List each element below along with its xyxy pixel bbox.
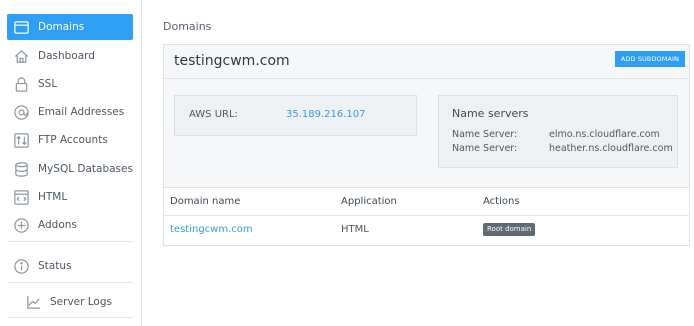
html-file-icon — [12, 188, 30, 206]
column-header-application: Application — [341, 196, 397, 207]
sidebar-item-label: SSL — [38, 78, 58, 90]
sidebar-item-ssl[interactable]: SSL — [7, 71, 133, 97]
sidebar-divider — [7, 241, 133, 242]
sidebar-item-label: Status — [38, 260, 72, 272]
chart-line-icon — [24, 293, 42, 311]
name-server-label: Name Server: — [452, 129, 518, 140]
domain-link[interactable]: testingcwm.com — [170, 224, 253, 235]
sidebar-item-label: Addons — [38, 219, 77, 231]
sidebar-item-mysql-databases[interactable]: MySQL Databases — [7, 156, 133, 182]
sidebar-item-label: MySQL Databases — [38, 163, 133, 175]
name-server-value: elmo.ns.cloudflare.com — [549, 129, 660, 140]
sidebar-item-label: Email Addresses — [38, 106, 125, 118]
column-header-actions: Actions — [483, 196, 520, 207]
sidebar-item-domains[interactable]: Domains — [7, 14, 133, 40]
domain-panel: testingcwm.com ADD SUBDOMAIN AWS URL: 35… — [163, 44, 690, 246]
sidebar-item-label: Server Logs — [50, 296, 112, 308]
ftp-transfer-icon — [12, 131, 30, 149]
domain-panel-header: testingcwm.com ADD SUBDOMAIN — [164, 45, 689, 79]
sidebar-item-addons[interactable]: Addons — [7, 212, 133, 238]
column-header-domain-name: Domain name — [170, 196, 241, 207]
database-icon — [12, 160, 30, 178]
breadcrumb: Domains — [163, 20, 212, 33]
house-icon — [12, 47, 30, 65]
lock-icon — [12, 75, 30, 93]
aws-url-value[interactable]: 35.189.216.107 — [286, 109, 366, 120]
domain-title: testingcwm.com — [174, 53, 290, 69]
sidebar-item-label: HTML — [38, 191, 68, 203]
plus-circle-icon — [12, 216, 30, 234]
name-servers-box: Name servers Name Server: elmo.ns.cloudf… — [438, 95, 678, 168]
sidebar-divider — [7, 282, 133, 283]
sidebar-divider — [7, 317, 133, 318]
name-server-row: Name Server: elmo.ns.cloudflare.com — [452, 129, 677, 140]
at-sign-icon — [12, 103, 30, 121]
info-circle-icon — [12, 257, 30, 275]
root-domain-badge: Root domain — [483, 223, 536, 236]
sidebar-item-server-logs[interactable]: Server Logs — [19, 289, 133, 315]
sidebar: Domains Dashboard SSL Email Addresses FT… — [0, 0, 142, 326]
table-header: Domain name Application Actions — [164, 188, 689, 216]
sidebar-item-label: FTP Accounts — [38, 134, 108, 146]
sidebar-item-label: Dashboard — [38, 50, 95, 62]
sidebar-item-html[interactable]: HTML — [7, 184, 133, 210]
application-cell: HTML — [341, 224, 369, 235]
domain-info-area: AWS URL: 35.189.216.107 Name servers Nam… — [164, 79, 689, 188]
name-server-row: Name Server: heather.ns.cloudflare.com — [452, 143, 677, 154]
sidebar-item-status[interactable]: Status — [7, 253, 133, 279]
aws-url-box: AWS URL: 35.189.216.107 — [174, 95, 417, 136]
sidebar-item-label: Domains — [38, 21, 85, 33]
add-subdomain-button[interactable]: ADD SUBDOMAIN — [614, 51, 685, 67]
sidebar-item-email-addresses[interactable]: Email Addresses — [7, 99, 133, 125]
name-servers-title: Name servers — [452, 107, 529, 120]
sidebar-item-ftp-accounts[interactable]: FTP Accounts — [7, 127, 133, 153]
aws-url-label: AWS URL: — [189, 109, 238, 120]
sidebar-item-dashboard[interactable]: Dashboard — [7, 43, 133, 69]
browser-window-icon — [12, 18, 30, 36]
name-server-value: heather.ns.cloudflare.com — [549, 143, 673, 154]
table-row: testingcwm.com HTML Root domain — [164, 216, 689, 244]
name-server-label: Name Server: — [452, 143, 518, 154]
